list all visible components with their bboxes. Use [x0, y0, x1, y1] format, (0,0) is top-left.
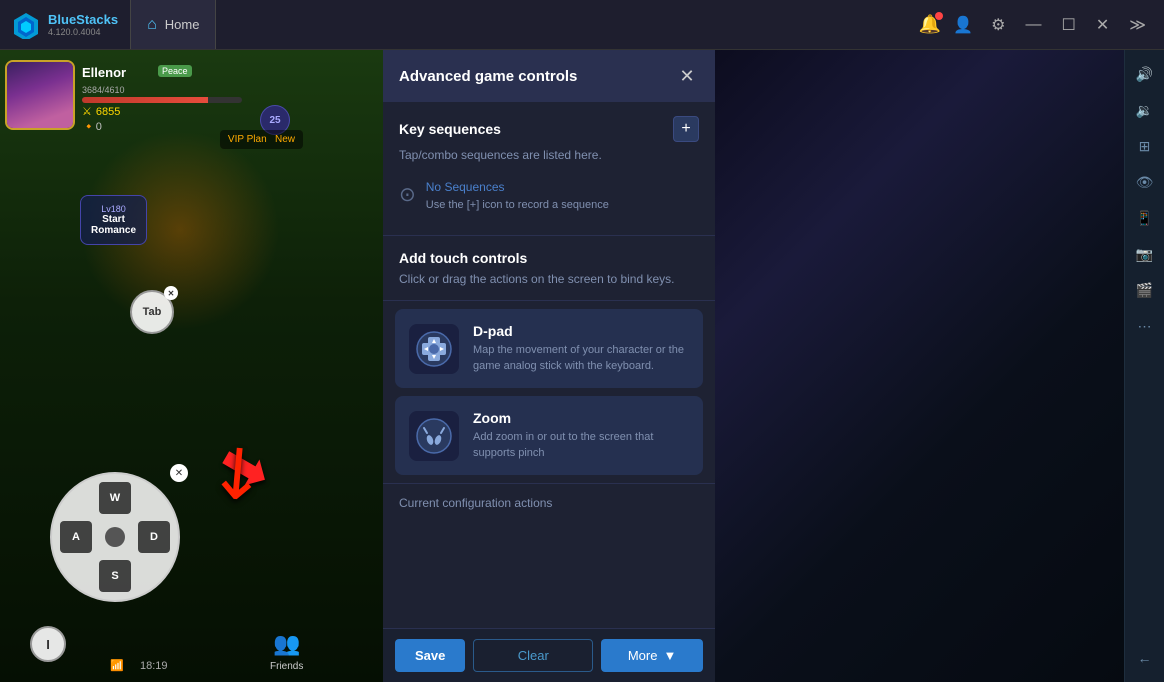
close-dpad[interactable]: ✕ [170, 464, 188, 482]
hp-container: 3684/4610 [82, 85, 242, 103]
no-sequences: ⊙ No Sequences Use the [+] icon to recor… [399, 172, 699, 221]
app-version: 4.120.0.4004 [48, 27, 118, 37]
add-touch-desc: Click or drag the actions on the screen … [399, 272, 699, 286]
no-sequences-desc: Use the [+] icon to record a sequence [426, 198, 699, 213]
logo-text: BlueStacks 4.120.0.4004 [48, 12, 118, 37]
zoom-card-icon [409, 411, 459, 461]
dpad-key-right[interactable]: D [138, 521, 170, 553]
notification-button[interactable]: 🔔 [919, 14, 941, 35]
section-header: Key sequences + [399, 116, 699, 142]
app-name: BlueStacks [48, 12, 118, 27]
character-portrait [5, 60, 75, 130]
character-name: Ellenor [82, 65, 126, 80]
no-sequences-icon: ⊙ [399, 182, 416, 207]
zoom-card[interactable]: Zoom Add zoom in or out to the screen th… [395, 396, 703, 475]
i-key[interactable]: I [30, 626, 66, 662]
more-button[interactable]: More ▼ [601, 639, 703, 672]
expand-button[interactable]: ≫ [1123, 11, 1152, 39]
dpad-card[interactable]: D-pad Map the movement of your character… [395, 309, 703, 388]
advanced-controls-modal: Advanced game controls ✕ Key sequences +… [383, 50, 715, 682]
minimize-button[interactable]: — [1020, 12, 1048, 38]
hp-text: 3684/4610 [82, 85, 242, 95]
sidebar-back-btn[interactable]: ← [1129, 642, 1161, 674]
app-logo: BlueStacks 4.120.0.4004 [0, 11, 130, 39]
dpad-container[interactable]: W S A D ✕ [50, 472, 180, 602]
sidebar-record-btn[interactable]: 🎬 [1129, 274, 1161, 306]
dpad-card-desc: Map the movement of your character or th… [473, 343, 689, 374]
tab-key[interactable]: ✕ Tab [130, 290, 174, 334]
dpad-card-title: D-pad [473, 323, 689, 339]
add-touch-title: Add touch controls [399, 250, 699, 266]
zoom-card-desc: Add zoom in or out to the screen that su… [473, 430, 689, 461]
no-sequences-title: No Sequences [426, 180, 699, 194]
hp-bar [82, 97, 242, 103]
sidebar-more-btn[interactable]: ⋯ [1129, 310, 1161, 342]
right-sidebar: 🔊 🔉 ⊞ 👁 📱 📷 🎬 ⋯ ← [1124, 50, 1164, 682]
modal-body: Key sequences + Tap/combo sequences are … [383, 102, 715, 628]
dpad-key-up[interactable]: W [99, 482, 131, 514]
friends-icon[interactable]: 👥 Friends [270, 631, 303, 672]
current-config-title: Current configuration actions [399, 496, 699, 510]
sidebar-mobile-btn[interactable]: 📱 [1129, 202, 1161, 234]
home-icon: ⌂ [147, 16, 157, 34]
zoom-card-title: Zoom [473, 410, 689, 426]
zoom-icon [416, 418, 452, 454]
window-controls: 🔔 👤 ⚙ — ☐ ✕ ≫ [919, 11, 1164, 39]
game-left-bg: Ellenor Peace 3684/4610 ⚔ 6855 🔸0 25 [0, 0, 383, 682]
romance-button[interactable]: Lv180 StartRomance [80, 195, 147, 245]
dpad-icon [416, 331, 452, 367]
home-tab-label: Home [165, 17, 200, 32]
key-sequences-desc: Tap/combo sequences are listed here. [399, 148, 699, 162]
dpad-center [105, 527, 125, 547]
no-sequences-text: No Sequences Use the [+] icon to record … [426, 180, 699, 213]
modal-footer: Save Clear More ▼ [383, 628, 715, 682]
sidebar-eye-btn[interactable]: 👁 [1129, 166, 1161, 198]
modal-title: Advanced game controls [399, 68, 577, 85]
character-area: Ellenor Peace 3684/4610 ⚔ 6855 🔸0 25 [0, 50, 383, 682]
clear-button[interactable]: Clear [473, 639, 593, 672]
game-left-content: Ellenor Peace 3684/4610 ⚔ 6855 🔸0 25 [0, 50, 383, 682]
gold-display: ⚔ 6855 [82, 105, 120, 118]
hp-fill [82, 97, 208, 103]
notification-dot [935, 12, 943, 20]
top-bar: BlueStacks 4.120.0.4004 ⌂ Home 🔔 👤 ⚙ — ☐… [0, 0, 1164, 50]
dpad[interactable]: W S A D ✕ [50, 472, 180, 602]
dpad-key-down[interactable]: S [99, 560, 131, 592]
tab-close[interactable]: ✕ [164, 286, 178, 300]
silver-display: 🔸0 [82, 120, 102, 133]
vip-area: VIP Plan New [220, 130, 303, 149]
zoom-card-text: Zoom Add zoom in or out to the screen th… [473, 410, 689, 461]
sidebar-grid-btn[interactable]: ⊞ [1129, 130, 1161, 162]
sidebar-volume-btn[interactable]: 🔊 [1129, 58, 1161, 90]
sidebar-camera-btn[interactable]: 📷 [1129, 238, 1161, 270]
profile-button[interactable]: 👤 [947, 11, 979, 39]
save-button[interactable]: Save [395, 639, 465, 672]
peace-badge: Peace [158, 65, 192, 77]
modal-header: Advanced game controls ✕ [383, 50, 715, 102]
dpad-card-icon [409, 324, 459, 374]
maximize-button[interactable]: ☐ [1056, 11, 1082, 39]
dpad-key-left[interactable]: A [60, 521, 92, 553]
time-display: 18:19 [140, 660, 168, 672]
dpad-card-text: D-pad Map the movement of your character… [473, 323, 689, 374]
close-button[interactable]: ✕ [1090, 11, 1115, 39]
wifi-icon: 📶 [110, 659, 124, 672]
key-sequences-section: Key sequences + Tap/combo sequences are … [383, 102, 715, 236]
notification-area: 🔔 👤 ⚙ [919, 11, 1012, 39]
add-sequence-button[interactable]: + [673, 116, 699, 142]
more-chevron-icon: ▼ [663, 648, 676, 663]
game-right-bg: Fishing Village 🗓Server Launch Event 🏪Ma… [715, 0, 1164, 682]
key-sequences-title: Key sequences [399, 121, 501, 137]
home-tab[interactable]: ⌂ Home [130, 0, 216, 49]
current-config-section: Current configuration actions [383, 483, 715, 528]
bluestacks-icon [12, 11, 40, 39]
settings-button[interactable]: ⚙ [985, 11, 1011, 39]
sidebar-volume-down-btn[interactable]: 🔉 [1129, 94, 1161, 126]
add-touch-section: Add touch controls Click or drag the act… [383, 236, 715, 301]
modal-close-button[interactable]: ✕ [675, 64, 699, 88]
